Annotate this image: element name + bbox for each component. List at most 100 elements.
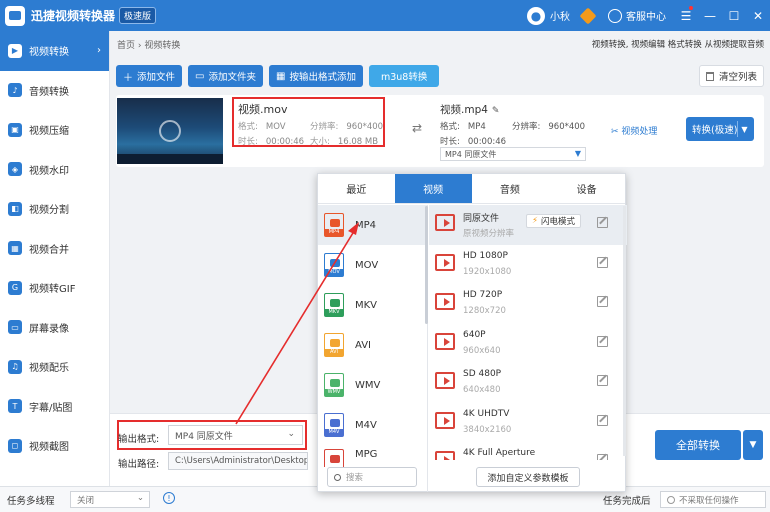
sidebar-item-label: 视频水印 bbox=[29, 165, 69, 177]
sidebar-item-video-music[interactable]: ♫ 视频配乐 bbox=[0, 347, 109, 387]
app-title: 迅捷视频转换器 bbox=[31, 9, 116, 23]
video-watermark-icon: ◈ bbox=[8, 162, 22, 177]
output-format-select[interactable]: MP4 同原文件 ⌄ bbox=[168, 425, 303, 445]
tab-device[interactable]: 设备 bbox=[548, 174, 625, 203]
add-folder-label: 添加文件夹 bbox=[208, 72, 256, 83]
preset-res: 3840x2160 bbox=[463, 424, 512, 435]
format-item-mkv[interactable]: MKV MKV bbox=[318, 285, 427, 325]
tab-recent[interactable]: 最近 bbox=[318, 174, 395, 203]
chevron-down-icon: ⌄ bbox=[136, 493, 144, 503]
sidebar-item-video-watermark[interactable]: ◈ 视频水印 bbox=[0, 150, 109, 190]
format-item-m4v[interactable]: M4V M4V bbox=[318, 405, 427, 445]
preset-name: 4K Full Aperture bbox=[463, 448, 536, 458]
preset-item[interactable]: 640P 960x640 bbox=[429, 324, 627, 364]
video-compress-icon: ▣ bbox=[8, 122, 22, 137]
menu-icon[interactable]: ☰ bbox=[674, 0, 698, 31]
convert-all-button[interactable]: 全部转换 bbox=[655, 430, 741, 460]
tab-video[interactable]: 视频 bbox=[394, 174, 472, 203]
edit-icon[interactable] bbox=[597, 335, 608, 347]
wmv-file-icon: WMV bbox=[324, 373, 344, 397]
source-size: 大小: 16.08 MB bbox=[310, 135, 378, 147]
convert-all-dropdown[interactable]: ▼ bbox=[743, 430, 763, 460]
edit-icon[interactable] bbox=[597, 454, 608, 460]
format-item-mp4[interactable]: MP4 MP4 bbox=[318, 205, 427, 245]
output-path-input[interactable]: C:\Users\Administrator\Desktop bbox=[168, 452, 308, 470]
preset-res: 640x480 bbox=[463, 385, 501, 395]
output-path-label: 输出路径: bbox=[118, 459, 160, 470]
mpg-file-icon bbox=[324, 449, 344, 467]
maximize-icon[interactable]: ☐ bbox=[722, 0, 746, 31]
source-duration: 时长: 00:00:46 bbox=[238, 135, 304, 147]
multithread-select[interactable]: 关闭 ⌄ bbox=[70, 491, 150, 508]
sidebar-item-screen-record[interactable]: ▭ 屏幕录像 bbox=[0, 308, 109, 348]
video-process-button[interactable]: ✂ 视频处理 bbox=[611, 124, 657, 137]
sidebar-item-video-gif[interactable]: G 视频转GIF bbox=[0, 268, 109, 308]
add-file-button[interactable]: ＋ 添加文件 bbox=[116, 65, 183, 87]
add-file-label: 添加文件 bbox=[137, 72, 176, 83]
customer-service-button[interactable]: 客服中心 bbox=[608, 8, 666, 23]
edit-icon[interactable] bbox=[597, 217, 608, 228]
video-merge-icon: ▦ bbox=[8, 241, 22, 256]
video-preset-icon bbox=[435, 214, 455, 231]
format-item-wmv[interactable]: WMV WMV bbox=[318, 365, 427, 405]
tab-audio[interactable]: 音频 bbox=[472, 174, 549, 203]
preset-item[interactable]: HD 720P 1280x720 bbox=[429, 284, 627, 324]
vip-icon[interactable] bbox=[579, 7, 597, 24]
edit-icon[interactable] bbox=[597, 256, 608, 268]
after-done-select[interactable]: 不采取任何操作 bbox=[660, 491, 766, 508]
preset-item[interactable]: 同原文件 原视频分辨率 ⚡ 闪电模式 bbox=[429, 205, 627, 245]
close-icon[interactable]: ✕ bbox=[746, 0, 770, 31]
format-item-avi[interactable]: AVI AVI bbox=[318, 325, 427, 365]
format-item-mpg[interactable]: MPG bbox=[318, 445, 427, 467]
minimize-icon[interactable]: — bbox=[698, 0, 722, 31]
sidebar-item-label: 视频转换 bbox=[29, 47, 69, 59]
batch-format-label: 按输出格式添加 bbox=[289, 72, 356, 83]
preset-res: 1920x1080 bbox=[463, 266, 512, 277]
preset-list-scrollbar[interactable] bbox=[623, 206, 626, 456]
target-file-name[interactable]: 视频.mp4 ✎ bbox=[440, 102, 499, 117]
convert-button[interactable]: 转换(极速) ▼ bbox=[686, 117, 754, 141]
format-label: M4V bbox=[355, 419, 377, 431]
username[interactable]: 小秋 bbox=[550, 8, 570, 23]
target-format: 格式: MP4 bbox=[440, 120, 486, 132]
chevron-down-icon[interactable]: ▼ bbox=[737, 121, 751, 137]
user-avatar-icon[interactable]: ● bbox=[527, 6, 545, 25]
add-folder-button[interactable]: ▭ 添加文件夹 bbox=[188, 65, 263, 87]
format-label: 格式: bbox=[238, 122, 258, 132]
target-format-select[interactable]: MP4 同原文件 ▼ bbox=[440, 147, 586, 161]
video-thumbnail[interactable] bbox=[117, 98, 223, 164]
sidebar-item-video-compress[interactable]: ▣ 视频压缩 bbox=[0, 110, 109, 150]
m3u8-button[interactable]: m3u8转换 bbox=[368, 65, 440, 87]
format-label: 格式: bbox=[440, 122, 460, 132]
sidebar-item-subtitle[interactable]: T 字幕/贴图 bbox=[0, 387, 109, 427]
subtitle-icon: T bbox=[8, 399, 22, 414]
format-item-mov[interactable]: MOV MOV bbox=[318, 245, 427, 285]
edit-icon[interactable] bbox=[597, 296, 608, 307]
clear-list-button[interactable]: 清空列表 bbox=[698, 65, 764, 87]
preset-name: SD 480P bbox=[463, 369, 502, 379]
info-icon[interactable]: ! bbox=[163, 492, 175, 504]
preset-item[interactable]: 4K Full Aperture 4096x3112 bbox=[429, 442, 627, 460]
video-process-label: 视频处理 bbox=[621, 127, 658, 137]
edit-icon[interactable] bbox=[597, 375, 608, 386]
edit-pen-icon[interactable]: ✎ bbox=[492, 106, 500, 116]
preset-item[interactable]: SD 480P 640x480 bbox=[429, 363, 627, 403]
convert-arrow-icon: ⇄ bbox=[412, 121, 423, 135]
video-gif-icon: G bbox=[8, 280, 22, 295]
format-list-scrollbar[interactable] bbox=[425, 206, 428, 324]
format-search-input[interactable]: 搜索 bbox=[327, 467, 417, 487]
sidebar-item-audio-convert[interactable]: ♪ 音频转换 bbox=[0, 71, 109, 111]
sidebar-item-video-screenshot[interactable]: ◻ 视频截图 bbox=[0, 426, 109, 466]
sidebar-item-video-convert[interactable]: ▶ 视频转换 › bbox=[0, 31, 109, 71]
edit-icon[interactable] bbox=[597, 414, 608, 426]
preset-name: 640P bbox=[463, 329, 486, 340]
preset-item[interactable]: 4K UHDTV 3840x2160 bbox=[429, 403, 627, 443]
sidebar-item-video-split[interactable]: ◧ 视频分割 bbox=[0, 189, 109, 229]
sidebar-item-video-merge[interactable]: ▦ 视频合并 bbox=[0, 229, 109, 269]
batch-format-button[interactable]: ▦ 按输出格式添加 bbox=[268, 65, 363, 87]
sidebar-item-label: 视频压缩 bbox=[29, 126, 69, 138]
trash-icon bbox=[705, 71, 714, 81]
preset-item[interactable]: HD 1080P 1920x1080 bbox=[429, 245, 627, 285]
add-custom-template-button[interactable]: 添加自定义参数模板 bbox=[476, 467, 580, 487]
mp4-file-icon: MP4 bbox=[324, 213, 344, 237]
